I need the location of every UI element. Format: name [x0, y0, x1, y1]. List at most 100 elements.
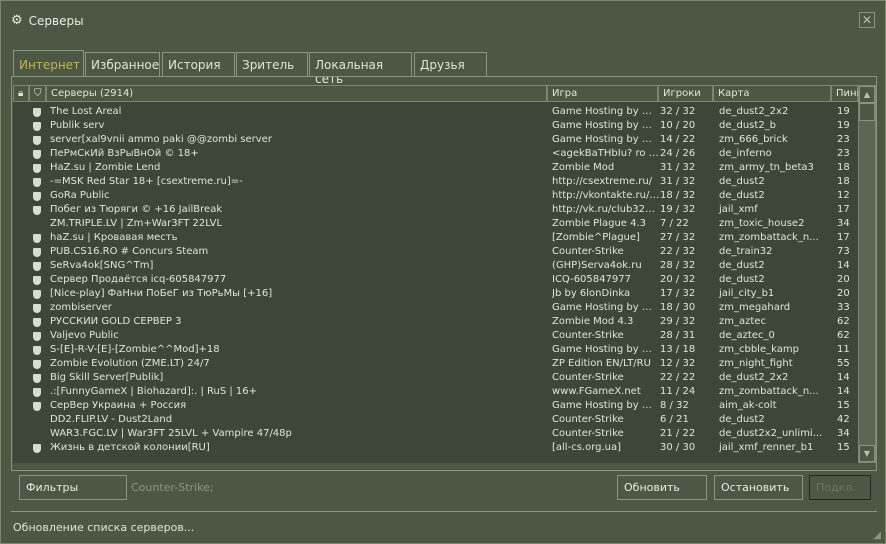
tab-internet[interactable]: Интернет	[13, 50, 84, 76]
column-game[interactable]: Игра	[547, 85, 658, 102]
shield-icon: ⛉	[34, 88, 42, 99]
server-row[interactable]: S-[E]-R-V-[E]-[Zombie^^Mod]+18 Game Hosti…	[13, 344, 858, 358]
server-row[interactable]: WAR3.FGC.LV | War3FT 25LVL + Vampire 47/…	[13, 428, 858, 442]
scroll-down-button[interactable]: ▼	[859, 445, 875, 462]
tab-lan[interactable]: Локальная сеть	[309, 52, 412, 86]
cell-name: GoRa Public	[50, 190, 110, 201]
cell-players: 31 / 32	[660, 176, 696, 187]
scroll-thumb[interactable]	[859, 103, 875, 121]
tab-friends[interactable]: Друзья	[414, 52, 487, 76]
scrollbar[interactable]: ▲ ▼	[858, 85, 876, 463]
cell-players: 29 / 32	[660, 316, 696, 327]
cell-players: 11 / 24	[660, 386, 696, 397]
vac-shield-icon	[33, 150, 41, 159]
status-text: Обновление списка серверов...	[13, 521, 195, 534]
connect-button[interactable]: Подкл.	[809, 475, 871, 500]
server-row[interactable]: server[xal9vnii ammo paki @@zombi server…	[13, 134, 858, 148]
server-row[interactable]: SeRva4ok[SNG^Tm] (GHP)Serva4ok.ru 28 / 32 d…	[13, 260, 858, 274]
cell-ping: 14	[837, 260, 850, 271]
column-players[interactable]: Игроки	[658, 85, 713, 102]
cell-ping: 55	[837, 358, 850, 369]
cell-ping: 62	[837, 330, 850, 341]
steam-icon: ⚙	[11, 13, 23, 28]
column-map[interactable]: Карта	[713, 85, 831, 102]
cell-ping: 20	[837, 288, 850, 299]
cell-name: ZM.TRIPLE.LV | Zm+War3FT 22LVL	[50, 218, 223, 229]
cell-map: de_aztec_0	[719, 330, 775, 341]
vac-shield-icon	[33, 164, 41, 173]
cell-players: 32 / 32	[660, 106, 696, 117]
server-row[interactable]: СерВер Украина + Россия Game Hosting by M…	[13, 400, 858, 414]
server-row[interactable]: РУССКИЙ GOLD СЕРВЕР 3 Zombie Mod 4.3 29 / …	[13, 316, 858, 330]
column-ping[interactable]: Пинг	[831, 85, 862, 102]
cell-players: 27 / 32	[660, 232, 696, 243]
cell-name: WAR3.FGC.LV | War3FT 25LVL + Vampire 47/…	[50, 428, 292, 439]
cell-ping: 73	[837, 246, 850, 257]
server-row[interactable]: HaZ.su | Zombie Lend Zombie Mod 31 / 32 zm_…	[13, 162, 858, 176]
cell-name: Big Skill Server[Publik]	[50, 372, 164, 383]
cell-game: [Zombie^Plague]	[552, 232, 640, 243]
vac-shield-icon	[33, 374, 41, 383]
server-row[interactable]: .:[FunnyGameX | Biohazard]:. | RuS | 16+…	[13, 386, 858, 400]
vac-shield-icon	[33, 444, 41, 453]
vac-shield-icon	[33, 332, 41, 341]
cell-game: (GHP)Serva4ok.ru	[552, 260, 642, 271]
cell-ping: 42	[837, 414, 850, 425]
server-row[interactable]: Publik serv Game Hosting by MyArena10 / 2…	[13, 120, 858, 134]
cell-map: zm_toxic_house2	[719, 218, 805, 229]
filters-button[interactable]: Фильтры	[19, 475, 127, 500]
cell-players: 6 / 21	[660, 414, 689, 425]
server-list[interactable]: The Lost ArealGame Hosting by MyArena32 …	[13, 102, 858, 463]
cell-game: Counter-Strike	[552, 330, 624, 341]
cell-map: de_dust2	[719, 260, 765, 271]
refresh-button[interactable]: Обновить	[617, 475, 707, 500]
cell-players: 18 / 30	[660, 302, 696, 313]
cell-game: http://vkontakte.ru/club	[552, 190, 660, 201]
server-row[interactable]: zombiserver Game Hosting by MyArena18 / 3…	[13, 302, 858, 316]
scroll-up-button[interactable]: ▲	[859, 86, 875, 103]
vac-shield-icon	[33, 108, 41, 117]
server-row[interactable]: The Lost Areal Game Hosting by MyArena32 …	[13, 106, 858, 120]
cell-ping: 19	[837, 120, 850, 131]
tab-favorites[interactable]: Избранное	[85, 52, 160, 76]
server-row[interactable]: Побег из Тюряги © +16 JailBreak http://vk…	[13, 204, 858, 218]
cell-ping: 34	[837, 218, 850, 229]
cell-map: jail_city_b1	[719, 288, 775, 299]
tab-spectate[interactable]: Зритель	[236, 52, 308, 76]
cell-map: jail_xmf_renner_b1	[719, 442, 814, 453]
cell-ping: 34	[837, 428, 850, 439]
server-row[interactable]: -=MSK Red Star 18+ [csextreme.ru]=- http:…	[13, 176, 858, 190]
server-row[interactable]: Сервер Продаётся icq-605847977 ICQ-605847…	[13, 274, 858, 288]
lock-icon: 🔒︎	[18, 88, 24, 99]
cell-name: Zombie Evolution (ZME.LT) 24/7	[50, 358, 210, 369]
filter-summary: Counter-Strike;	[131, 481, 214, 494]
cell-map: zm_megahard	[719, 302, 791, 313]
cell-game: http://csextreme.ru/	[552, 176, 653, 187]
close-button[interactable]: ✕	[859, 12, 875, 28]
column-servers[interactable]: Серверы (2914)	[46, 85, 547, 102]
tab-history[interactable]: История	[162, 52, 235, 76]
server-row[interactable]: PUB.CS16.RO # Concurs Steam Counter-Strik…	[13, 246, 858, 260]
server-row[interactable]: haZ.su | Кровавая месть [Zombie^Plague] 27…	[13, 232, 858, 246]
vac-shield-icon	[33, 402, 41, 411]
vac-shield-icon	[33, 122, 41, 131]
resize-grip-icon[interactable]: ◢	[873, 530, 881, 541]
server-row[interactable]: GoRa Public http://vkontakte.ru/club 18 / …	[13, 190, 858, 204]
stop-button[interactable]: Остановить	[714, 475, 803, 500]
vac-shield-icon	[33, 346, 41, 355]
server-row[interactable]: Zombie Evolution (ZME.LT) 24/7 ZP Edition…	[13, 358, 858, 372]
server-row[interactable]: DD2.FLIP.LV - Dust2Land Counter-Strike 6 /…	[13, 414, 858, 428]
vac-shield-icon	[33, 192, 41, 201]
cell-name: Жизнь в детской колонии[RU]	[50, 442, 210, 453]
server-row[interactable]: [Nice-play] ФаНни ПоБеГ из ТюРьМы [+16] J…	[13, 288, 858, 302]
cell-game: Game Hosting by MyArena	[552, 344, 660, 355]
server-row[interactable]: Big Skill Server[Publik] Counter-Strike 22…	[13, 372, 858, 386]
server-row[interactable]: Жизнь в детской колонии[RU] [all-cs.org.u…	[13, 442, 858, 456]
lock-column-header[interactable]: 🔒︎	[13, 85, 29, 102]
server-row[interactable]: ZM.TRIPLE.LV | Zm+War3FT 22LVL Zombie Pla…	[13, 218, 858, 232]
cell-name: S-[E]-R-V-[E]-[Zombie^^Mod]+18	[50, 344, 220, 355]
cell-map: zm_aztec	[719, 316, 766, 327]
server-row[interactable]: ПеРмСкИй ВзРыВнОй © 18+ <agekBaTHbIu? ro …	[13, 148, 858, 162]
server-row[interactable]: Valjevo Public Counter-Strike 28 / 31 de_az…	[13, 330, 858, 344]
secure-column-header[interactable]: ⛉	[29, 85, 46, 102]
